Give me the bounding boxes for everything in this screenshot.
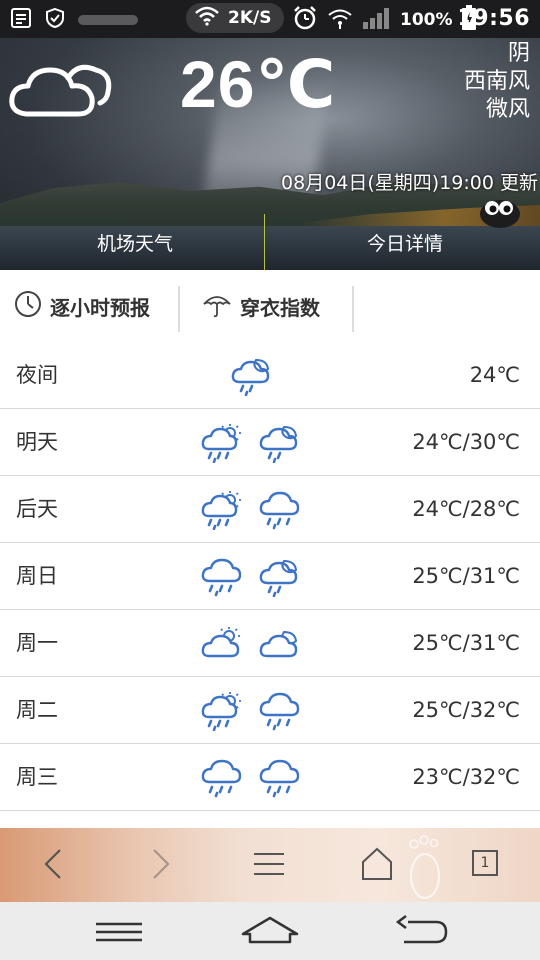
partly-cloudy-icon (200, 624, 242, 668)
forecast-row[interactable]: 周日 25℃/31℃ (0, 543, 540, 610)
cloudy-icon (8, 56, 116, 126)
forecast-day: 后天 (16, 497, 58, 521)
forecast-row[interactable]: 周三 23℃/32℃ (0, 744, 540, 811)
night-rain-icon (230, 356, 272, 400)
system-nav-bar (0, 902, 540, 960)
section-divider (178, 286, 180, 332)
rain-icon (258, 490, 300, 534)
current-temperature: 26℃ (180, 47, 337, 121)
forecast-icons (200, 490, 300, 534)
status-bar: 2K/S 100% 19:56 (0, 0, 540, 38)
hourly-forecast-button[interactable]: 逐小时预报 (14, 286, 150, 326)
forecast-row[interactable]: 夜间 24℃ (0, 342, 540, 409)
section-divider (352, 286, 354, 332)
forecast-temperature-range: 24℃/28℃ (412, 497, 520, 521)
forecast-day: 周三 (16, 765, 58, 789)
forecast-icons (200, 691, 300, 735)
sun-rain-icon (200, 691, 242, 735)
forecast-temperature-range: 24℃ (469, 363, 520, 387)
hotspot-icon (326, 6, 354, 34)
nav-back-button[interactable] (394, 912, 450, 956)
back-button[interactable] (38, 846, 68, 886)
rain-icon (200, 758, 242, 802)
recent-apps-button[interactable] (94, 912, 144, 956)
forecast-row[interactable]: 明天 24℃/30℃ (0, 409, 540, 476)
forecast-row[interactable]: 周二 25℃/32℃ (0, 677, 540, 744)
forecast-day: 周日 (16, 564, 58, 588)
weather-header: 26℃ 阴 西南风 微风 08月04日(星期四)19:00 更新 机场天气 今日… (0, 38, 540, 270)
forecast-icons (230, 356, 272, 400)
forecast-day: 明天 (16, 430, 58, 454)
sun-rain-icon (200, 423, 242, 467)
wifi-icon (194, 6, 220, 30)
rain-icon (200, 557, 242, 601)
clothing-index-button[interactable]: 穿衣指数 (202, 286, 320, 326)
rain-icon (258, 758, 300, 802)
condition-panel: 阴 西南风 微风 (464, 40, 530, 124)
notes-icon (10, 7, 32, 33)
night-rain-icon (258, 423, 300, 467)
forward-button[interactable] (146, 846, 176, 886)
wind-level: 微风 (485, 97, 530, 122)
home-button[interactable] (360, 846, 394, 886)
browser-toolbar: 1 (0, 828, 540, 902)
forecast-day: 夜间 (16, 363, 58, 387)
footprint-watermark-icon (400, 832, 450, 906)
tab-airport-weather[interactable]: 机场天气 (0, 214, 270, 270)
tab-today-details[interactable]: 今日详情 (270, 214, 540, 270)
battery-percent: 100% (400, 10, 453, 30)
header-tabs: 机场天气 今日详情 (0, 214, 540, 270)
forecast-row[interactable]: 后天 24℃/28℃ (0, 476, 540, 543)
hourly-forecast-label: 逐小时预报 (50, 295, 150, 320)
forecast-temperature-range: 24℃/30℃ (412, 430, 520, 454)
weather-condition: 阴 (507, 41, 530, 66)
tabs-button[interactable]: 1 (472, 850, 498, 876)
forecast-temperature-range: 25℃/32℃ (412, 698, 520, 722)
forecast-icons (200, 423, 300, 467)
tab-divider (264, 214, 265, 270)
forecast-icons (200, 557, 300, 601)
section-buttons: 逐小时预报 穿衣指数 (0, 270, 540, 344)
forecast-temperature-range: 25℃/31℃ (412, 631, 520, 655)
umbrella-icon (202, 290, 232, 323)
signal-icon (362, 6, 392, 34)
shield-icon (44, 7, 66, 33)
night-cloudy-icon (258, 624, 300, 668)
notification-blur (78, 15, 138, 25)
forecast-icons (200, 758, 300, 802)
forecast-temperature-range: 25℃/31℃ (412, 564, 520, 588)
forecast-list: 夜间 24℃ 明天 24℃/30℃ 后天 24℃/28℃ 周日 25℃/31℃ 周一 25℃/31… (0, 342, 540, 811)
clock-icon (14, 290, 42, 323)
forecast-temperature-range: 23℃/32℃ (412, 765, 520, 789)
alarm-icon (292, 5, 318, 35)
wind-direction: 西南风 (463, 69, 530, 94)
network-speed: 2K/S (228, 8, 272, 28)
forecast-day: 周一 (16, 631, 58, 655)
clock: 19:56 (457, 6, 530, 31)
night-rain-icon (258, 557, 300, 601)
clothing-index-label: 穿衣指数 (240, 295, 320, 320)
update-time: 08月04日(星期四)19:00 更新 (281, 172, 538, 194)
rain-icon (258, 691, 300, 735)
sun-rain-icon (200, 490, 242, 534)
menu-button[interactable] (252, 846, 286, 886)
forecast-row[interactable]: 周一 25℃/31℃ (0, 610, 540, 677)
forecast-icons (200, 624, 300, 668)
tab-count: 1 (480, 855, 490, 871)
network-speed-pill: 2K/S (186, 3, 284, 33)
forecast-day: 周二 (16, 698, 58, 722)
nav-home-button[interactable] (240, 912, 300, 956)
